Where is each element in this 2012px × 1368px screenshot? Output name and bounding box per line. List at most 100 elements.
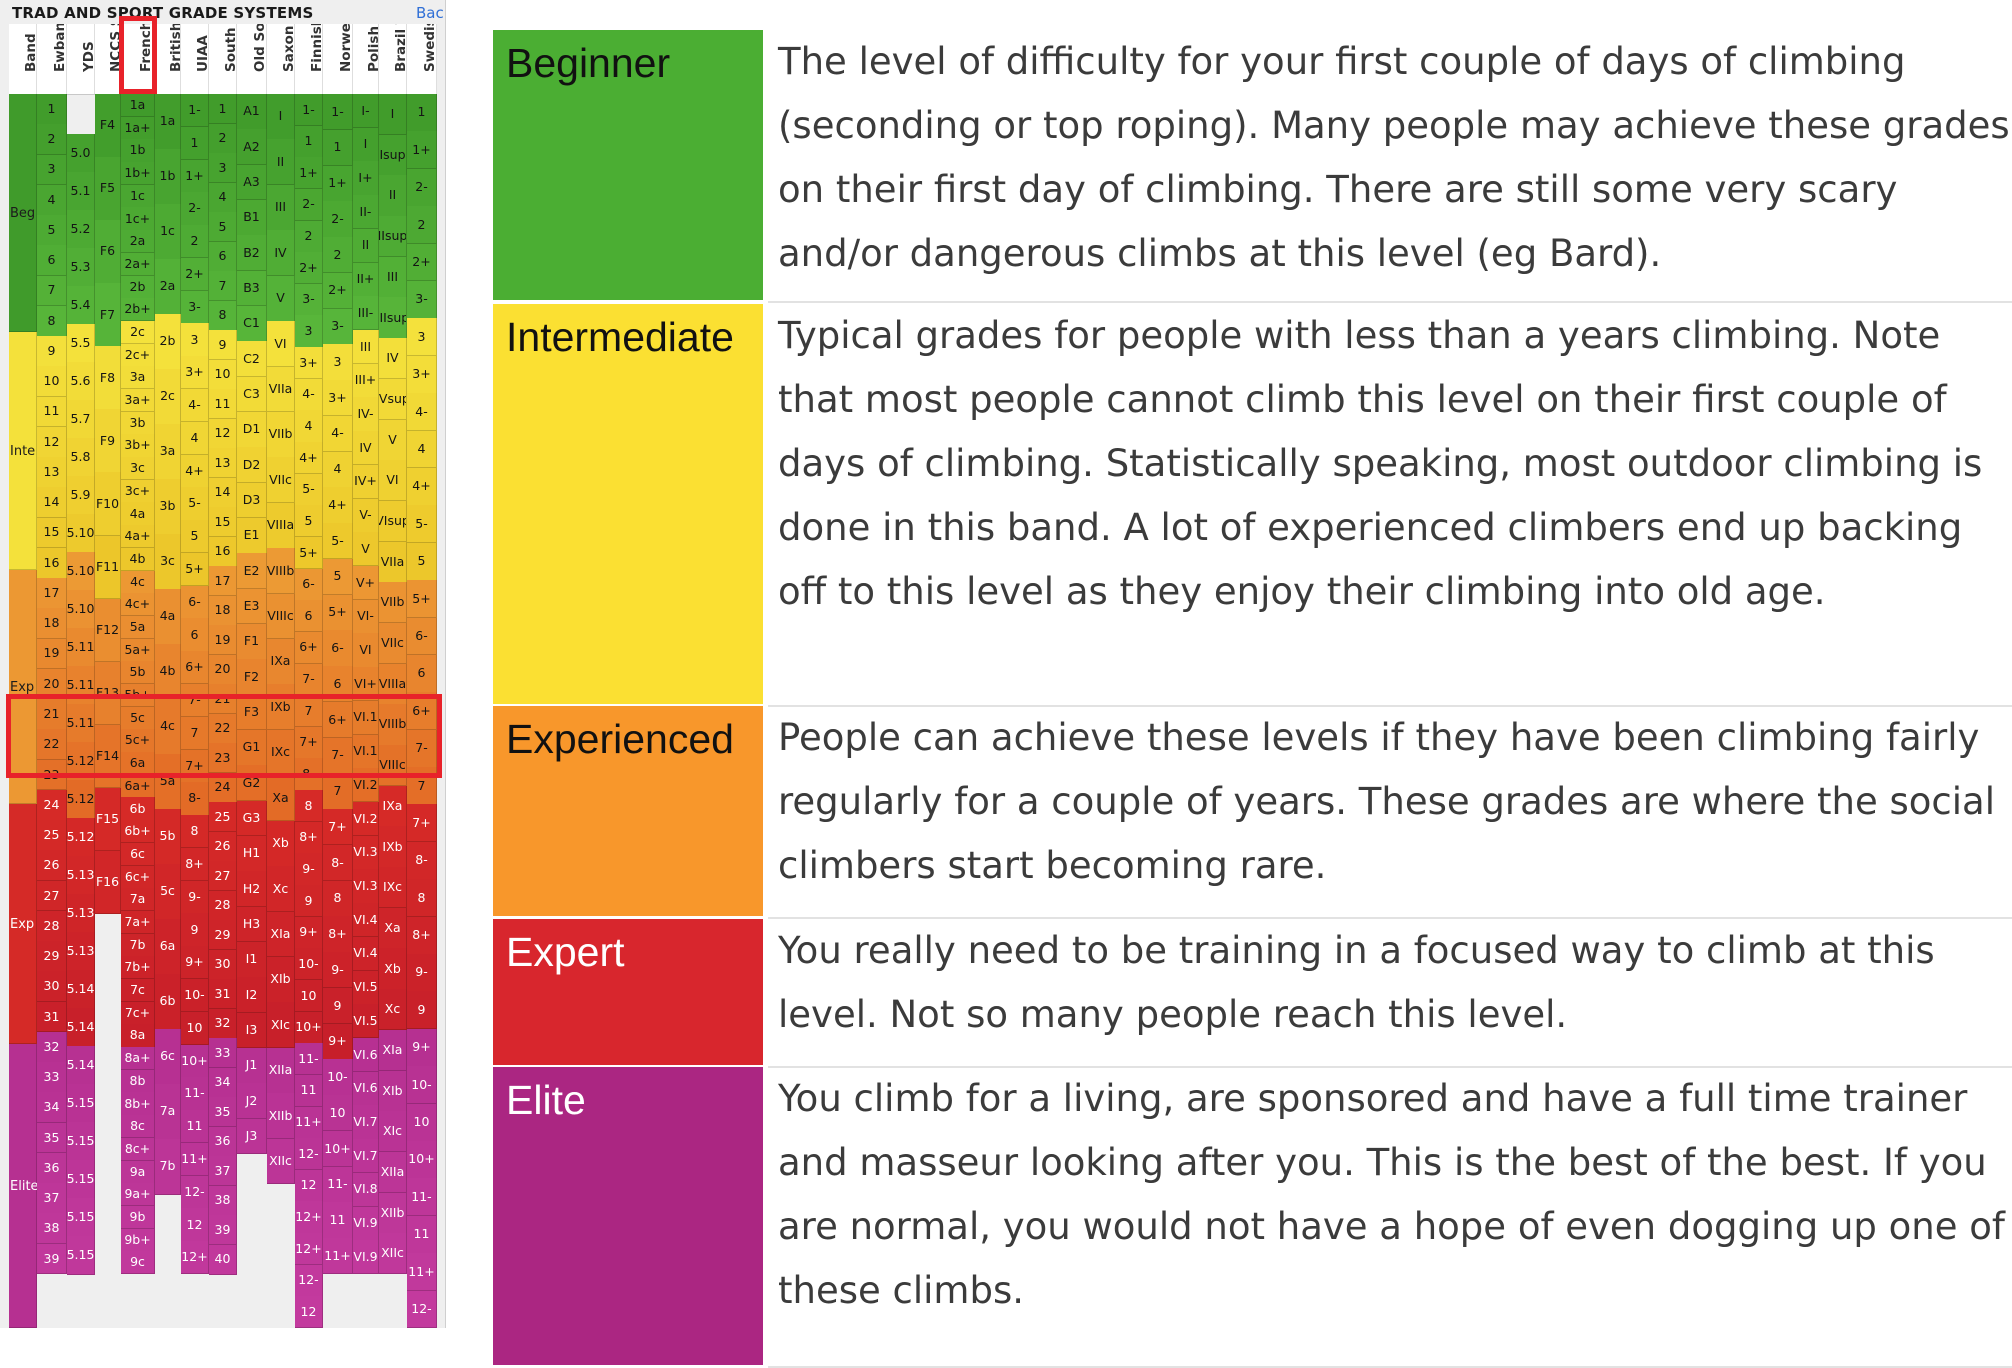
grade-cell-brazil[interactable]: XIIa xyxy=(379,1151,407,1194)
grade-cell-french[interactable]: 6c xyxy=(121,842,155,867)
grade-cell-french[interactable]: 7c+ xyxy=(121,1001,155,1025)
grade-cell-swedish[interactable]: 3+ xyxy=(407,355,437,394)
grade-cell-swedish[interactable]: 10 xyxy=(407,1103,437,1142)
grade-cell-uiaa[interactable]: 12- xyxy=(181,1175,209,1209)
grade-cell-saxon[interactable]: XIa xyxy=(267,911,295,958)
grade-cell-old-south-african[interactable]: J3 xyxy=(237,1118,267,1155)
grade-cell-old-south-african[interactable]: A3 xyxy=(237,164,267,201)
grade-cell-norwegian[interactable]: 9 xyxy=(323,987,353,1025)
grade-cell-swedish[interactable]: 3- xyxy=(407,280,437,319)
grade-cell-french[interactable]: 3b xyxy=(121,411,155,435)
grade-cell-french[interactable]: 2a+ xyxy=(121,252,155,277)
grade-cell-norwegian[interactable]: 2- xyxy=(323,201,353,238)
grade-cell-swedish[interactable]: 8+ xyxy=(407,916,437,955)
grade-cell-yds[interactable]: 5.1 xyxy=(67,172,95,211)
grade-cell-finnish[interactable]: 1 xyxy=(295,125,323,158)
grade-cell-saxon[interactable]: VIIIb xyxy=(267,548,295,595)
grade-cell-uiaa[interactable]: 10+ xyxy=(181,1044,209,1078)
grade-cell-norwegian[interactable]: 10- xyxy=(323,1059,353,1096)
grade-cell-south-african[interactable]: 20 xyxy=(209,654,237,685)
grade-cell-finnish[interactable]: 5+ xyxy=(295,536,323,570)
grade-cell-ewbank[interactable]: 34 xyxy=(37,1092,67,1124)
grade-cell-polish[interactable]: I- xyxy=(353,94,379,129)
grade-cell-south-african[interactable]: 28 xyxy=(209,890,237,921)
grade-cell-french[interactable]: 1b xyxy=(121,139,155,163)
grade-cell-nccs[interactable]: F8 xyxy=(95,346,121,410)
grade-cell-ewbank[interactable]: 30 xyxy=(37,971,67,1003)
grade-cell-south-african[interactable]: 5 xyxy=(209,212,237,242)
grade-cell-finnish[interactable]: 12- xyxy=(295,1138,323,1171)
grade-cell-ewbank[interactable]: 19 xyxy=(37,638,67,670)
grade-cell-south-african[interactable]: 9 xyxy=(209,330,237,360)
grade-cell-polish[interactable]: VI.8 xyxy=(353,1172,379,1208)
grade-cell-yds[interactable]: 5.13 xyxy=(67,894,95,933)
grade-cell-ewbank[interactable]: 38 xyxy=(37,1213,67,1245)
grade-cell-old-south-african[interactable]: I1 xyxy=(237,942,267,978)
grade-cell-swedish[interactable]: 5+ xyxy=(407,580,437,618)
grade-cell-uiaa[interactable]: 1- xyxy=(181,94,209,128)
grade-cell-ewbank[interactable]: 32 xyxy=(37,1031,67,1063)
grade-cell-yds[interactable]: 5.11 xyxy=(67,628,95,667)
grade-cell-polish[interactable]: VI- xyxy=(353,599,379,634)
grade-cell-swedish[interactable]: 4 xyxy=(407,430,437,469)
grade-cell-ewbank[interactable]: 29 xyxy=(37,941,67,972)
grade-cell-finnish[interactable]: 9 xyxy=(295,885,323,918)
grade-cell-polish[interactable]: II- xyxy=(353,195,379,230)
grade-cell-uiaa[interactable]: 10 xyxy=(181,1011,209,1046)
grade-cell-yds[interactable]: 5.15 xyxy=(67,1084,95,1123)
grade-cell-south-african[interactable]: 4 xyxy=(209,182,237,213)
grade-cell-french[interactable]: 9c xyxy=(121,1251,155,1275)
grade-cell-finnish[interactable]: 12 xyxy=(295,1296,323,1328)
grade-cell-polish[interactable]: III- xyxy=(353,296,379,331)
grade-cell-uiaa[interactable]: 8- xyxy=(181,782,209,816)
grade-cell-polish[interactable]: II+ xyxy=(353,262,379,297)
grade-cell-swedish[interactable]: 6- xyxy=(407,617,437,656)
grade-cell-french[interactable]: 5b xyxy=(121,661,155,685)
grade-cell-norwegian[interactable]: 6- xyxy=(323,630,353,667)
grade-cell-ewbank[interactable]: 2 xyxy=(37,124,67,155)
grade-cell-polish[interactable]: V- xyxy=(353,498,379,533)
grade-cell-swedish[interactable]: 2- xyxy=(407,168,437,207)
grade-cell-old-south-african[interactable]: G3 xyxy=(237,800,267,837)
grade-cell-ewbank[interactable]: 27 xyxy=(37,880,67,912)
grade-cell-old-south-african[interactable]: C1 xyxy=(237,306,267,342)
grade-cell-norwegian[interactable]: 3+ xyxy=(323,380,353,417)
grade-cell-british[interactable]: 3b xyxy=(155,479,181,535)
grade-cell-british[interactable]: 6a xyxy=(155,919,181,975)
grade-cell-french[interactable]: 2c xyxy=(121,320,155,345)
grade-cell-old-south-african[interactable]: J2 xyxy=(237,1083,267,1120)
grade-cell-french[interactable]: 4c xyxy=(121,570,155,594)
grade-cell-french[interactable]: 7c xyxy=(121,979,155,1003)
grade-cell-nccs[interactable]: F9 xyxy=(95,409,121,473)
grade-cell-brazil[interactable]: Xa xyxy=(379,907,407,949)
grade-cell-yds[interactable]: 5.7 xyxy=(67,400,95,439)
grade-cell-finnish[interactable]: 12 xyxy=(295,1169,323,1202)
grade-cell-british[interactable]: 6b xyxy=(155,974,181,1030)
grade-cell-norwegian[interactable]: 5- xyxy=(323,523,353,560)
grade-cell-norwegian[interactable]: 4- xyxy=(323,415,353,453)
grade-cell-nccs[interactable]: F5 xyxy=(95,157,121,221)
grade-cell-south-african[interactable]: 1 xyxy=(209,94,237,124)
grade-cell-uiaa[interactable]: 6 xyxy=(181,618,209,652)
grade-cell-old-south-african[interactable]: B3 xyxy=(237,270,267,307)
grade-cell-french[interactable]: 1a xyxy=(121,94,155,118)
grade-cell-finnish[interactable]: 4- xyxy=(295,378,323,411)
grade-cell-old-south-african[interactable]: C3 xyxy=(237,376,267,413)
column-header-old-south-african[interactable]: Old South African xyxy=(237,24,267,94)
grade-cell-british[interactable]: 1b xyxy=(155,149,181,205)
grade-cell-saxon[interactable]: V xyxy=(267,275,295,322)
column-header-norwegian[interactable]: Norwegian xyxy=(323,24,353,94)
grade-cell-old-south-african[interactable]: I2 xyxy=(237,977,267,1014)
grade-cell-british[interactable]: 1c xyxy=(155,204,181,260)
grade-cell-polish[interactable]: VI.6 xyxy=(353,1038,379,1073)
grade-cell-finnish[interactable]: 3 xyxy=(295,315,323,348)
grade-cell-south-african[interactable]: 40 xyxy=(209,1244,237,1275)
grade-cell-swedish[interactable]: 4- xyxy=(407,393,437,432)
grade-cell-yds[interactable]: 5.10 xyxy=(67,552,95,591)
grade-cell-yds[interactable]: 5.14 xyxy=(67,1008,95,1047)
grade-cell-ewbank[interactable]: 26 xyxy=(37,850,67,882)
grade-cell-finnish[interactable]: 9- xyxy=(295,853,323,886)
grade-cell-old-south-african[interactable]: A2 xyxy=(237,129,267,166)
grade-cell-uiaa[interactable]: 11 xyxy=(181,1110,209,1144)
grade-cell-old-south-african[interactable]: C2 xyxy=(237,341,267,378)
